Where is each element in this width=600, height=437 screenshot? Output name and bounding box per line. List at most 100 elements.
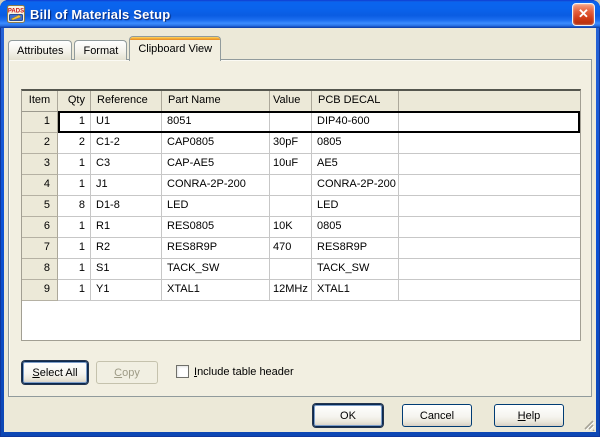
- column-header-item: Item: [22, 91, 58, 111]
- cell-value[interactable]: 10K: [270, 217, 312, 238]
- cell-reference[interactable]: Y1: [91, 280, 162, 301]
- tab-label: Format: [83, 45, 118, 57]
- column-header-value: Value: [270, 91, 312, 111]
- row-header[interactable]: 1: [22, 112, 58, 133]
- cell-part-name[interactable]: CONRA-2P-200: [162, 175, 270, 196]
- select-all-button[interactable]: Select All: [22, 361, 88, 384]
- row-header[interactable]: 9: [22, 280, 58, 301]
- column-header-qty: Qty: [58, 91, 91, 111]
- cell-qty[interactable]: 1: [58, 280, 91, 301]
- cell-part-name[interactable]: RES0805: [162, 217, 270, 238]
- cell-qty[interactable]: 1: [58, 154, 91, 175]
- tab-format[interactable]: Format: [74, 40, 127, 60]
- cell-pcb-decal[interactable]: CONRA-2P-200: [312, 175, 399, 196]
- include-table-header-checkbox[interactable]: [176, 365, 189, 378]
- row-header[interactable]: 3: [22, 154, 58, 175]
- cell-value[interactable]: [270, 175, 312, 196]
- cell-pcb-decal[interactable]: RES8R9P: [312, 238, 399, 259]
- table-row: 5 8 D1-8 LED LED: [22, 196, 580, 217]
- cancel-button[interactable]: Cancel: [402, 404, 472, 427]
- window-title: Bill of Materials Setup: [30, 7, 572, 22]
- cell-blank[interactable]: [399, 238, 580, 259]
- cell-value[interactable]: [270, 196, 312, 217]
- cell-reference[interactable]: D1-8: [91, 196, 162, 217]
- cell-pcb-decal[interactable]: TACK_SW: [312, 259, 399, 280]
- row-header[interactable]: 6: [22, 217, 58, 238]
- cell-part-name[interactable]: CAP0805: [162, 133, 270, 154]
- cell-part-name[interactable]: XTAL1: [162, 280, 270, 301]
- svg-text:PADS: PADS: [8, 9, 24, 15]
- cell-qty[interactable]: 1: [58, 175, 91, 196]
- include-table-header-option: Include table header: [176, 365, 294, 378]
- copy-button[interactable]: Copy: [96, 361, 158, 384]
- cell-pcb-decal[interactable]: XTAL1: [312, 280, 399, 301]
- pads-app-icon: PADS: [7, 5, 25, 23]
- tab-clipboard-view[interactable]: Clipboard View: [129, 36, 221, 61]
- cell-value[interactable]: 10uF: [270, 154, 312, 175]
- cell-reference[interactable]: J1: [91, 175, 162, 196]
- row-header[interactable]: 4: [22, 175, 58, 196]
- row-header[interactable]: 7: [22, 238, 58, 259]
- cell-qty[interactable]: 8: [58, 196, 91, 217]
- cell-blank[interactable]: [399, 217, 580, 238]
- tab-strip: Attributes Format Clipboard View: [8, 36, 223, 60]
- cell-reference[interactable]: R2: [91, 238, 162, 259]
- cell-value[interactable]: [270, 112, 312, 133]
- cell-blank[interactable]: [399, 133, 580, 154]
- row-header[interactable]: 5: [22, 196, 58, 217]
- cell-value[interactable]: 12MHz: [270, 280, 312, 301]
- column-header-part-name: Part Name: [162, 91, 270, 111]
- table-row: 4 1 J1 CONRA-2P-200 CONRA-2P-200: [22, 175, 580, 196]
- table-row: 9 1 Y1 XTAL1 12MHz XTAL1: [22, 280, 580, 301]
- table-row: 7 1 R2 RES8R9P 470 RES8R9P: [22, 238, 580, 259]
- cell-blank[interactable]: [399, 196, 580, 217]
- cell-pcb-decal[interactable]: LED: [312, 196, 399, 217]
- row-header[interactable]: 2: [22, 133, 58, 154]
- title-bar[interactable]: PADS Bill of Materials Setup ✕: [0, 0, 600, 28]
- tab-attributes[interactable]: Attributes: [8, 40, 72, 60]
- table-header-row: Item Qty Reference Part Name Value PCB D…: [22, 91, 580, 112]
- cell-value[interactable]: 30pF: [270, 133, 312, 154]
- cell-pcb-decal[interactable]: 0805: [312, 133, 399, 154]
- dialog-body: Attributes Format Clipboard View Item Qt…: [4, 28, 596, 432]
- cell-blank[interactable]: [399, 259, 580, 280]
- cell-blank[interactable]: [399, 280, 580, 301]
- cell-blank[interactable]: [399, 175, 580, 196]
- cell-qty[interactable]: 1: [58, 217, 91, 238]
- cell-blank[interactable]: [399, 112, 580, 133]
- table-row: 2 2 C1-2 CAP0805 30pF 0805: [22, 133, 580, 154]
- close-button[interactable]: ✕: [572, 3, 595, 26]
- cell-reference[interactable]: R1: [91, 217, 162, 238]
- cell-reference[interactable]: S1: [91, 259, 162, 280]
- cell-reference[interactable]: U1: [91, 112, 162, 133]
- cell-pcb-decal[interactable]: AE5: [312, 154, 399, 175]
- cell-part-name[interactable]: RES8R9P: [162, 238, 270, 259]
- row-header[interactable]: 8: [22, 259, 58, 280]
- cell-reference[interactable]: C1-2: [91, 133, 162, 154]
- cell-part-name[interactable]: LED: [162, 196, 270, 217]
- cell-blank[interactable]: [399, 154, 580, 175]
- cell-qty[interactable]: 2: [58, 133, 91, 154]
- column-header-reference: Reference: [91, 91, 162, 111]
- table-row: 1 1 U1 8051 DIP40-600: [22, 112, 580, 133]
- cell-value[interactable]: 470: [270, 238, 312, 259]
- table-row: 3 1 C3 CAP-AE5 10uF AE5: [22, 154, 580, 175]
- table-row: 6 1 R1 RES0805 10K 0805: [22, 217, 580, 238]
- grid-body: 1 1 U1 8051 DIP40-600 2 2 C1-2 CAP0805 3…: [22, 112, 580, 301]
- cell-pcb-decal[interactable]: DIP40-600: [312, 112, 399, 133]
- cell-value[interactable]: [270, 259, 312, 280]
- ok-button[interactable]: OK: [313, 404, 383, 427]
- cell-qty[interactable]: 1: [58, 112, 91, 133]
- cell-qty[interactable]: 1: [58, 259, 91, 280]
- column-header-pcb-decal: PCB DECAL: [312, 91, 399, 111]
- resize-grip-icon[interactable]: [582, 418, 595, 431]
- include-table-header-label: Include table header: [194, 366, 294, 378]
- cell-qty[interactable]: 1: [58, 238, 91, 259]
- cell-part-name[interactable]: CAP-AE5: [162, 154, 270, 175]
- cell-reference[interactable]: C3: [91, 154, 162, 175]
- cell-pcb-decal[interactable]: 0805: [312, 217, 399, 238]
- help-button[interactable]: Help: [494, 404, 564, 427]
- cell-part-name[interactable]: 8051: [162, 112, 270, 133]
- bom-table: Item Qty Reference Part Name Value PCB D…: [21, 89, 581, 341]
- cell-part-name[interactable]: TACK_SW: [162, 259, 270, 280]
